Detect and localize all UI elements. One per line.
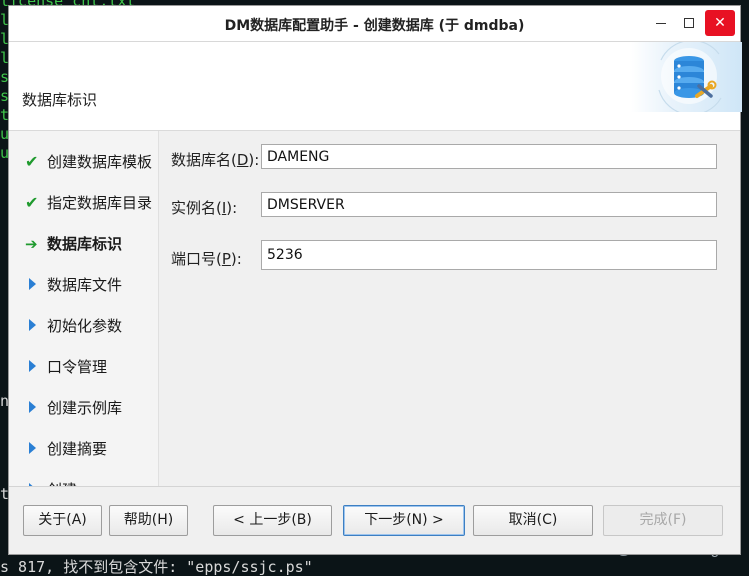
instance-name-input[interactable] xyxy=(261,192,717,217)
step-label: 数据库标识 xyxy=(47,235,123,253)
step-item: 初始化参数 xyxy=(25,315,122,337)
step-label: 指定数据库目录 xyxy=(47,194,153,212)
triangle-right-icon xyxy=(29,401,36,413)
label-text: 数据库名( xyxy=(171,151,237,169)
check-icon: ✔ xyxy=(25,152,39,171)
mnemonic: P xyxy=(221,250,231,268)
close-icon: ✕ xyxy=(714,15,726,31)
step-label: 口令管理 xyxy=(47,358,108,376)
database-config-icon xyxy=(658,39,722,116)
step-item: 创建 xyxy=(25,479,77,486)
db-name-label: 数据库名(D): xyxy=(171,149,259,170)
step-label: 创建示例库 xyxy=(47,399,123,417)
step-item-current: ➔ 数据库标识 xyxy=(25,233,122,255)
label-text: ): xyxy=(226,199,238,217)
step-item: ✔ 创建数据库模板 xyxy=(25,151,152,173)
triangle-right-icon xyxy=(29,319,36,331)
minimize-icon xyxy=(656,22,666,24)
step-item: 创建摘要 xyxy=(25,438,107,460)
minimize-button[interactable] xyxy=(647,10,675,36)
instance-name-label: 实例名(I): xyxy=(171,197,237,218)
port-input[interactable] xyxy=(261,240,717,270)
mnemonic: D xyxy=(236,151,249,169)
step-item: 口令管理 xyxy=(25,356,107,378)
close-button[interactable]: ✕ xyxy=(705,10,735,36)
terminal-bottom-line: s 817, 找不到包含文件: "epps/ssjc.ps" xyxy=(0,558,313,576)
maximize-button[interactable] xyxy=(675,10,703,36)
label-text: ): xyxy=(230,250,242,268)
page-header: 数据库标识 xyxy=(9,39,742,131)
header-banner xyxy=(631,39,742,116)
help-button[interactable]: 帮助(H) xyxy=(109,505,188,536)
step-item: 创建示例库 xyxy=(25,397,122,419)
step-label: 创建数据库模板 xyxy=(47,153,153,171)
next-button[interactable]: 下一步(N) > xyxy=(343,505,465,536)
cancel-button[interactable]: 取消(C) xyxy=(473,505,593,536)
step-item: ✔ 指定数据库目录 xyxy=(25,192,152,214)
check-icon: ✔ xyxy=(25,193,39,212)
step-list: ✔ 创建数据库模板 ✔ 指定数据库目录 ➔ 数据库标识 数据库文件 初始化参数 口令管… xyxy=(9,131,159,486)
step-item: 数据库文件 xyxy=(25,274,122,296)
step-label: 创建摘要 xyxy=(47,440,108,458)
label-text: 端口号( xyxy=(171,250,222,268)
triangle-right-icon xyxy=(29,278,36,290)
label-text: 实例名( xyxy=(171,199,222,217)
title-bar[interactable]: DM数据库配置助手 - 创建数据库 (于 dmdba) ✕ xyxy=(9,6,740,42)
maximize-icon xyxy=(684,18,694,28)
dm-config-dialog: DM数据库配置助手 - 创建数据库 (于 dmdba) ✕ 数据库标识 ✔ 创建… xyxy=(8,5,742,555)
arrow-right-icon: ➔ xyxy=(25,235,38,253)
page-title: 数据库标识 xyxy=(22,91,98,109)
step-label: 初始化参数 xyxy=(47,317,123,335)
footer-separator xyxy=(9,486,740,487)
label-text: ): xyxy=(248,151,260,169)
port-label: 端口号(P): xyxy=(171,248,242,269)
db-name-input[interactable] xyxy=(261,144,717,169)
triangle-right-icon xyxy=(29,360,36,372)
step-label: 数据库文件 xyxy=(47,276,123,294)
triangle-right-icon xyxy=(29,442,36,454)
prev-button[interactable]: < 上一步(B) xyxy=(213,505,332,536)
about-button[interactable]: 关于(A) xyxy=(23,505,102,536)
finish-button[interactable]: 完成(F) xyxy=(603,505,723,536)
window-title: DM数据库配置助手 - 创建数据库 (于 dmdba) xyxy=(224,18,525,34)
